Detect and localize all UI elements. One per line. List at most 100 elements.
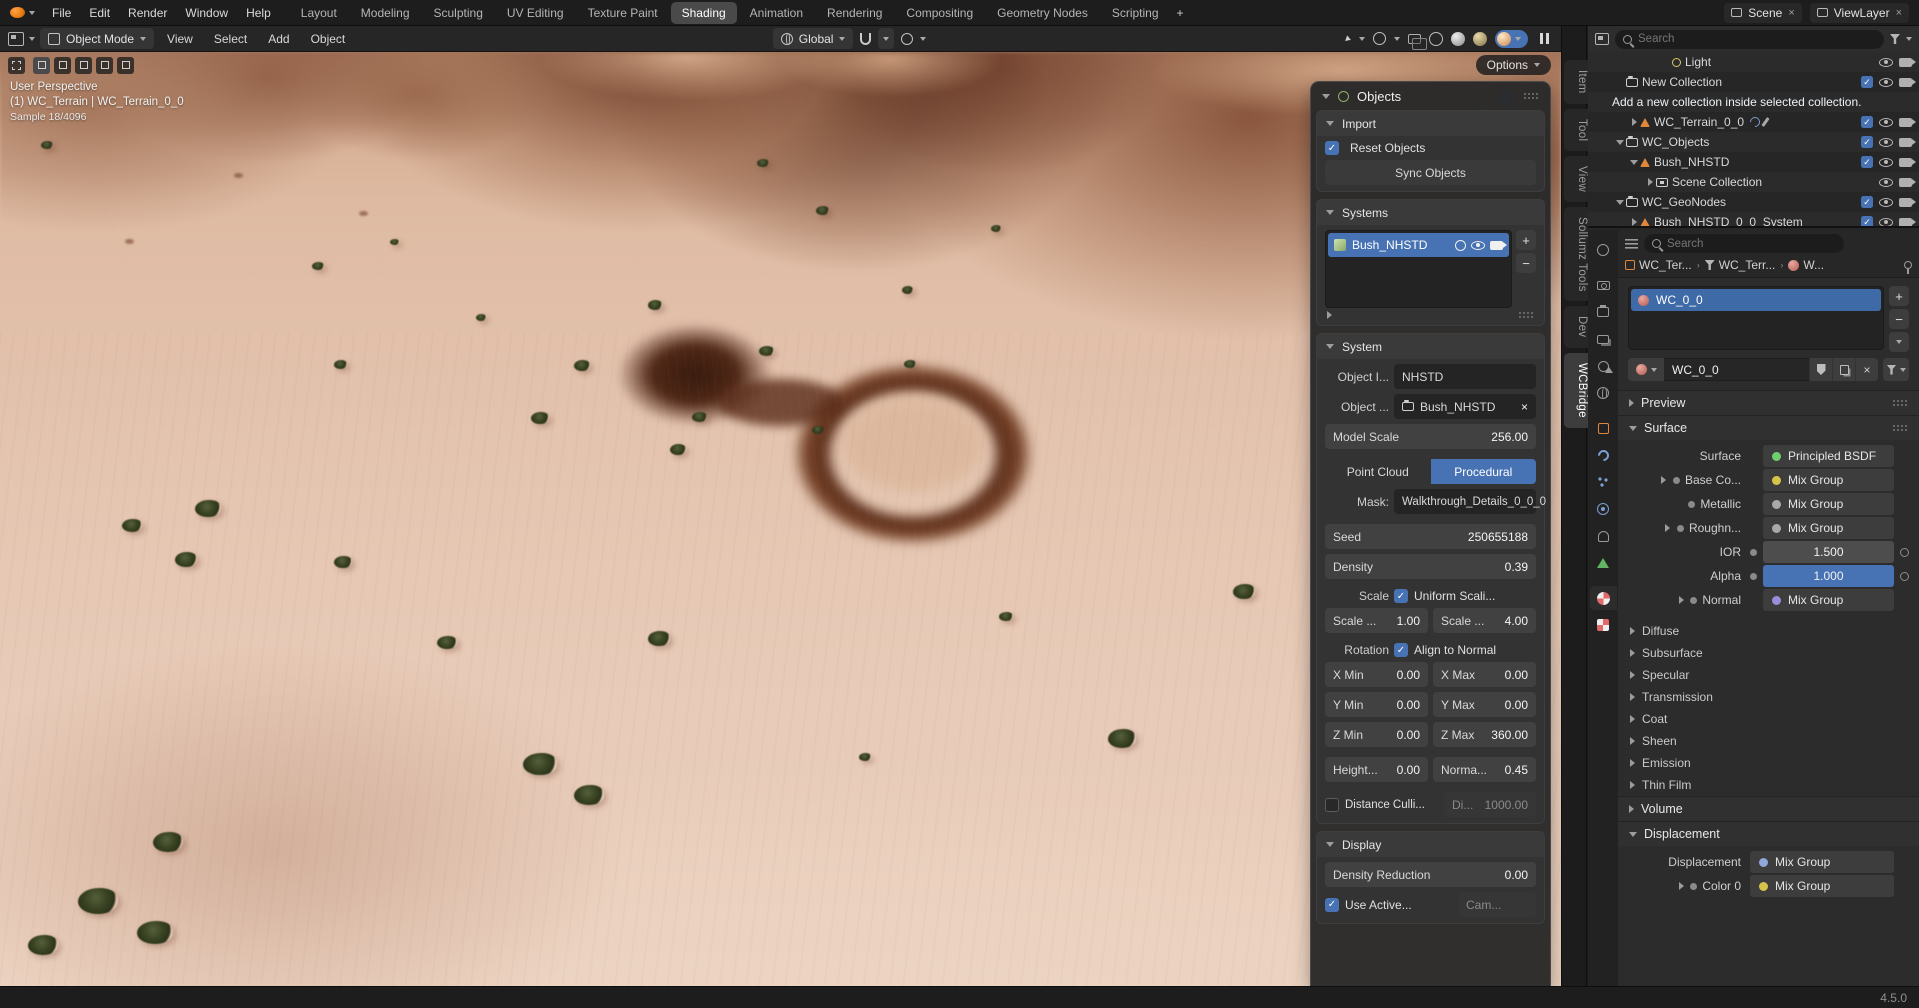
overlays-toggle-icon[interactable] — [1373, 32, 1386, 45]
menubar-item[interactable]: Window — [176, 0, 237, 26]
expand-arrow-icon[interactable] — [1665, 524, 1670, 532]
animate-decorator-icon[interactable] — [1900, 548, 1909, 557]
list-filter-expand-icon[interactable] — [1327, 311, 1332, 319]
preview-panel-header[interactable]: Preview — [1618, 390, 1919, 415]
node-group-field[interactable]: Mix Group — [1763, 493, 1894, 515]
sidebar-tab[interactable]: WCBridge — [1564, 353, 1588, 428]
mode-dropdown[interactable]: Object Mode — [40, 28, 154, 49]
viewport-canvas[interactable]: Options User Perspective (1) WC_Terrain … — [0, 52, 1561, 986]
expand-arrow-icon[interactable] — [1679, 596, 1684, 604]
remove-system-button[interactable]: − — [1516, 253, 1536, 273]
density-field[interactable]: Density 0.39 — [1325, 554, 1536, 579]
node-group-field[interactable]: Mix Group — [1750, 875, 1894, 897]
node-group-field[interactable]: Mix Group — [1763, 589, 1894, 611]
node-group-field[interactable]: Mix Group — [1763, 469, 1894, 491]
menubar-item[interactable]: Help — [237, 0, 280, 26]
proportional-editing-icon[interactable] — [901, 33, 913, 45]
outliner-search[interactable] — [1615, 30, 1884, 49]
select-mode-subtract-icon[interactable] — [75, 57, 92, 74]
menubar-item[interactable]: Render — [119, 0, 176, 26]
subpanel-header[interactable]: Diffuse — [1618, 620, 1919, 642]
mask-dropdown[interactable]: Walkthrough_Details_0_0_0 — [1394, 489, 1536, 514]
select-menu[interactable]: Select — [206, 32, 255, 46]
align-to-normal-checkbox[interactable]: ✓ — [1394, 643, 1408, 657]
outliner-row[interactable]: WC_Objects — [1588, 132, 1919, 152]
eye-icon[interactable] — [1471, 241, 1485, 250]
systems-list[interactable]: Bush_NHSTD — [1325, 230, 1512, 308]
expand-arrow-icon[interactable] — [1661, 476, 1666, 484]
tab-object-data[interactable] — [1590, 551, 1617, 575]
camera-field[interactable]: Cam... — [1458, 892, 1536, 917]
outliner-search-input[interactable] — [1638, 33, 1876, 45]
properties-search-input[interactable] — [1667, 238, 1836, 250]
fake-user-button[interactable] — [1809, 358, 1832, 381]
tab-physics[interactable] — [1590, 497, 1617, 521]
camera-visibility-icon[interactable] — [1899, 138, 1912, 147]
sidebar-tab[interactable]: Dev — [1564, 306, 1588, 347]
displacement-panel-header[interactable]: Displacement — [1618, 821, 1919, 846]
eye-icon[interactable] — [1879, 218, 1893, 227]
tab-texture[interactable] — [1590, 613, 1617, 637]
system-list-item[interactable]: Bush_NHSTD — [1328, 233, 1509, 257]
select-mode-set-icon[interactable] — [33, 57, 50, 74]
eye-icon[interactable] — [1879, 118, 1893, 127]
new-material-button[interactable] — [1832, 358, 1855, 381]
selectability-checkbox[interactable] — [1861, 76, 1873, 88]
breadcrumb-material[interactable]: W... — [1788, 258, 1824, 272]
camera-icon[interactable] — [1490, 241, 1503, 250]
scale-min-field[interactable]: Scale ...1.00 — [1325, 608, 1428, 633]
snap-settings-dropdown[interactable] — [878, 28, 894, 49]
selectability-checkbox[interactable] — [1861, 196, 1873, 208]
value-slider[interactable]: 1.500 — [1763, 541, 1894, 563]
outliner-editor-icon[interactable] — [1595, 33, 1609, 45]
density-reduction-field[interactable]: Density Reduction 0.00 — [1325, 862, 1536, 887]
tab-world[interactable] — [1590, 381, 1617, 405]
eye-icon[interactable] — [1879, 198, 1893, 207]
breadcrumb-object[interactable]: WC_Ter... — [1625, 258, 1692, 272]
workspace-tab[interactable]: Modeling — [350, 2, 421, 24]
tab-material[interactable] — [1590, 586, 1617, 610]
tab-particles[interactable] — [1590, 470, 1617, 494]
volume-panel-header[interactable]: Volume — [1618, 796, 1919, 821]
use-active-checkbox[interactable]: ✓ — [1325, 898, 1339, 912]
outliner-row[interactable]: Scene Collection — [1588, 172, 1919, 192]
workspace-tab[interactable]: Layout — [290, 2, 348, 24]
outliner-row[interactable]: New Collection — [1588, 72, 1919, 92]
subpanel-header[interactable]: Transmission — [1618, 686, 1919, 708]
material-slot-item[interactable]: WC_0_0 — [1631, 289, 1881, 311]
z-max-field[interactable]: Z Max360.00 — [1433, 722, 1536, 747]
add-slot-button[interactable]: + — [1889, 286, 1909, 306]
sidebar-tab[interactable]: Item — [1564, 60, 1588, 104]
subpanel-header[interactable]: Subsurface — [1618, 642, 1919, 664]
workspace-tab[interactable]: Texture Paint — [577, 2, 669, 24]
workspace-tab[interactable]: UV Editing — [496, 2, 575, 24]
gizmo-chevron-icon[interactable] — [1359, 37, 1365, 41]
surface-panel-header[interactable]: Surface — [1618, 415, 1919, 440]
orientation-dropdown[interactable]: Global — [773, 28, 854, 49]
sidebar-tab[interactable]: View — [1564, 156, 1588, 202]
tab-object[interactable] — [1590, 416, 1617, 440]
objects-panel-header[interactable]: Objects — [1311, 82, 1550, 110]
expand-closed-icon[interactable] — [1648, 178, 1653, 186]
breadcrumb-data[interactable]: WC_Terr... — [1705, 258, 1776, 272]
workspace-tab[interactable]: Scripting — [1101, 2, 1170, 24]
tab-scene[interactable] — [1590, 354, 1617, 378]
select-mode-intersect-icon[interactable] — [117, 57, 134, 74]
expand-open-icon[interactable] — [1616, 140, 1624, 145]
reset-objects-checkbox[interactable]: ✓ — [1325, 141, 1339, 155]
list-resize-grip[interactable] — [1518, 311, 1534, 319]
pause-render-button[interactable] — [1536, 33, 1553, 44]
outliner-row[interactable]: WC_GeoNodes — [1588, 192, 1919, 212]
slot-specials-button[interactable] — [1889, 332, 1909, 352]
sync-objects-button[interactable]: Sync Objects — [1325, 160, 1536, 185]
scene-selector[interactable]: Scene × — [1724, 3, 1801, 23]
shading-material-icon[interactable] — [1473, 32, 1487, 46]
camera-visibility-icon[interactable] — [1899, 198, 1912, 207]
view-menu[interactable]: View — [159, 32, 201, 46]
camera-visibility-icon[interactable] — [1899, 158, 1912, 167]
workspace-tab[interactable]: Shading — [671, 2, 737, 24]
camera-visibility-icon[interactable] — [1899, 58, 1912, 67]
system-toggle-icon[interactable] — [1455, 240, 1466, 251]
distance-field[interactable]: Di...1000.00 — [1444, 792, 1536, 817]
add-system-button[interactable]: + — [1516, 230, 1536, 250]
